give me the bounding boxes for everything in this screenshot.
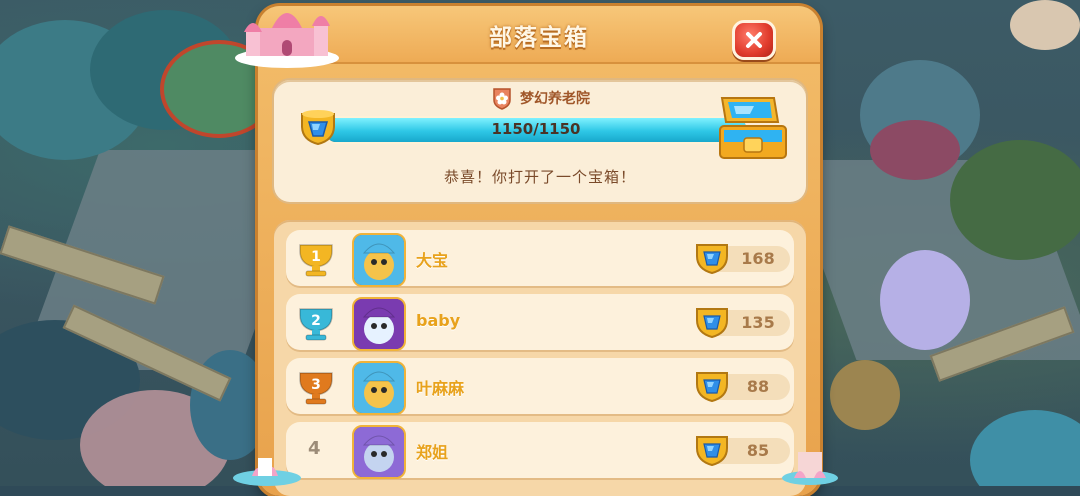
gem-trophy-icon	[696, 308, 728, 339]
purple-hair-avatar-icon	[354, 427, 404, 477]
ranking-row[interactable]: 2 baby 135	[286, 294, 794, 351]
rank-number: 3	[311, 377, 321, 393]
close-icon	[746, 32, 762, 48]
player-avatar[interactable]	[352, 233, 406, 287]
contributor-list[interactable]: 1 大宝 168 2 baby 135 3 叶麻麻 88 4 郑姐 85	[274, 220, 806, 496]
chest-progress-bar: 1150/1150	[324, 116, 748, 144]
gem-trophy-icon	[696, 244, 728, 275]
chest-progress-panel: 梦幻养老院 1150/1150 恭喜！你打开了一个宝箱！	[274, 80, 806, 202]
ranking-row[interactable]: 3 叶麻麻 88	[286, 358, 794, 415]
ranking-row[interactable]: 4 郑姐 85	[286, 422, 794, 479]
lotus-decoration-icon	[782, 452, 838, 485]
close-button[interactable]	[732, 20, 776, 60]
player-name: baby	[416, 311, 461, 330]
dialog-title-bar: 部落宝箱	[258, 6, 820, 64]
gold-trophy-icon: 1	[299, 244, 333, 277]
player-avatar[interactable]	[352, 361, 406, 415]
player-name: 大宝	[416, 251, 449, 270]
tribe-name: 梦幻养老院	[520, 91, 590, 107]
gem-trophy-icon	[696, 436, 728, 467]
wizard-avatar-icon	[354, 299, 404, 349]
rank-number: 1	[311, 249, 321, 265]
cat-avatar-icon	[354, 235, 404, 285]
rank-number: 4	[308, 438, 321, 459]
lotus-decoration-icon	[233, 458, 301, 486]
progress-text: 1150/1150	[491, 120, 581, 138]
ranking-row[interactable]: 1 大宝 168	[286, 230, 794, 287]
rank-number: 2	[311, 313, 321, 329]
player-avatar[interactable]	[352, 425, 406, 479]
gem-trophy-icon	[301, 110, 335, 146]
tribe-chest-dialog: 部落宝箱 梦幻养老院 1150/1150 恭喜！你打开了一个宝箱！ 1 大宝 1…	[235, 6, 820, 496]
treasure-chest-icon	[719, 97, 787, 159]
player-avatar[interactable]	[352, 297, 406, 351]
congrats-message: 恭喜！你打开了一个宝箱！	[443, 168, 636, 186]
player-name: 叶麻麻	[416, 379, 465, 398]
bronze-trophy-icon: 3	[299, 372, 333, 405]
player-name: 郑姐	[416, 443, 449, 462]
silver-trophy-icon: 2	[299, 308, 333, 341]
gem-trophy-icon	[696, 372, 728, 403]
score-value: 168	[741, 249, 775, 268]
flower-badge-icon	[493, 88, 511, 110]
score-value: 135	[741, 313, 775, 332]
score-value: 88	[746, 377, 770, 396]
castle-decoration-icon	[235, 13, 339, 68]
cat-avatar-icon	[354, 363, 404, 413]
score-value: 85	[746, 441, 770, 460]
